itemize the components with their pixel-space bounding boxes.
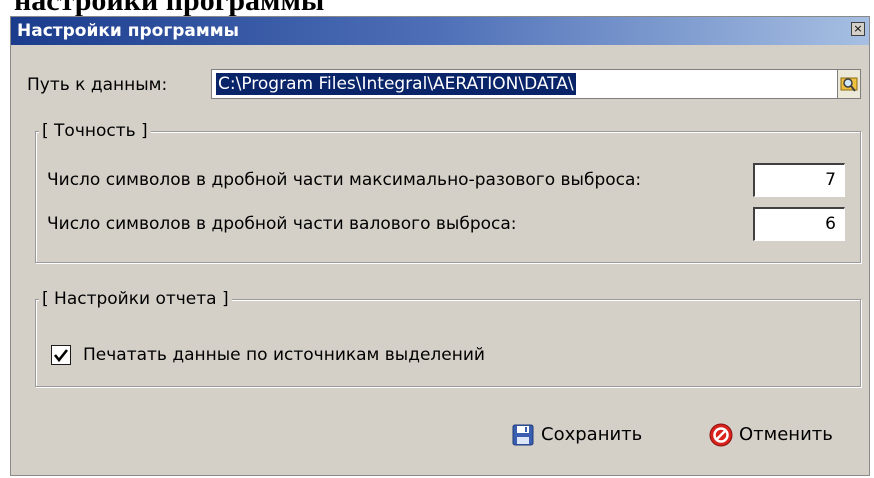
close-button[interactable]: × [851, 22, 865, 36]
print-sources-label[interactable]: Печатать данные по источникам выделений [83, 344, 485, 366]
cancel-circle-icon [709, 423, 733, 447]
checkmark-icon [53, 349, 69, 363]
report-settings-group [35, 299, 861, 387]
data-path-input[interactable]: C:\Program Files\Integral\AERATION\DATA\ [211, 69, 839, 99]
max-precision-label: Число символов в дробной части максималь… [47, 170, 642, 190]
background-heading: настройки программы [14, 0, 325, 17]
browse-button[interactable] [837, 69, 861, 99]
save-button[interactable]: Сохранить [511, 421, 661, 451]
precision-group [35, 131, 861, 263]
window-title: Настройки программы [17, 21, 240, 41]
max-precision-input[interactable]: 7 [753, 163, 845, 197]
gross-precision-label: Число символов в дробной части валового … [47, 214, 517, 234]
folder-search-icon [840, 77, 858, 92]
settings-dialog: Настройки программы × Путь к данным: C:\… [10, 16, 870, 476]
cancel-button-label: Отменить [739, 424, 833, 445]
data-path-value: C:\Program Files\Integral\AERATION\DATA\ [216, 73, 576, 95]
gross-precision-input[interactable]: 6 [753, 207, 845, 241]
floppy-disk-icon [512, 424, 534, 446]
title-bar[interactable]: Настройки программы × [11, 17, 869, 45]
data-path-label: Путь к данным: [27, 75, 168, 95]
precision-group-caption: [ Точность ] [39, 120, 151, 142]
save-button-label: Сохранить [541, 424, 643, 445]
cancel-button[interactable]: Отменить [709, 421, 859, 451]
print-sources-checkbox[interactable] [51, 345, 71, 365]
report-settings-caption: [ Настройки отчета ] [39, 288, 232, 310]
close-icon: × [853, 22, 863, 35]
